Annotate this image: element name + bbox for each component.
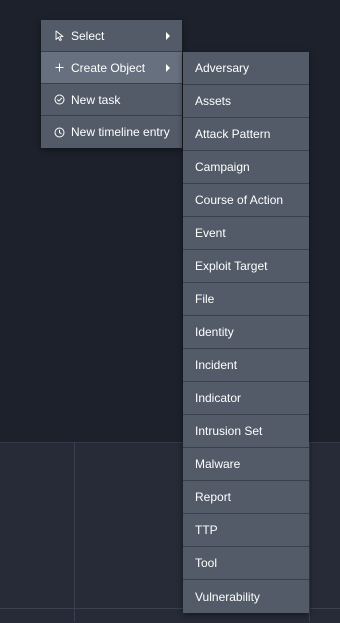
- submenu-item-assets[interactable]: Assets: [183, 85, 309, 118]
- menu-item-new-timeline-entry[interactable]: New timeline entry: [41, 116, 182, 148]
- submenu-item-campaign[interactable]: Campaign: [183, 151, 309, 184]
- menu-item-label: Select: [71, 28, 105, 43]
- check-circle-icon: [54, 94, 65, 105]
- submenu-item-malware[interactable]: Malware: [183, 448, 309, 481]
- submenu-item-exploit-target[interactable]: Exploit Target: [183, 250, 309, 283]
- chevron-right-icon: [166, 32, 170, 40]
- submenu-item-report[interactable]: Report: [183, 481, 309, 514]
- clock-icon: [54, 127, 65, 138]
- submenu-item-indicator[interactable]: Indicator: [183, 382, 309, 415]
- submenu-item-attack-pattern[interactable]: Attack Pattern: [183, 118, 309, 151]
- menu-item-label: New task: [71, 92, 121, 107]
- submenu-item-event[interactable]: Event: [183, 217, 309, 250]
- menu-item-label: Create Object: [71, 60, 146, 75]
- submenu-item-intrusion-set[interactable]: Intrusion Set: [183, 415, 309, 448]
- cursor-icon: [54, 30, 65, 41]
- menu-item-create-object[interactable]: Create Object: [41, 52, 182, 84]
- grid-line: [309, 442, 310, 622]
- submenu-item-ttp[interactable]: TTP: [183, 514, 309, 547]
- grid-line: [74, 442, 75, 622]
- chevron-right-icon: [166, 64, 170, 72]
- context-menu: Select Create Object New task New timeli…: [41, 20, 182, 148]
- menu-item-new-task[interactable]: New task: [41, 84, 182, 116]
- menu-item-select[interactable]: Select: [41, 20, 182, 52]
- submenu-item-incident[interactable]: Incident: [183, 349, 309, 382]
- submenu-item-course-of-action[interactable]: Course of Action: [183, 184, 309, 217]
- submenu-item-identity[interactable]: Identity: [183, 316, 309, 349]
- submenu-item-adversary[interactable]: Adversary: [183, 52, 309, 85]
- plus-icon: [54, 62, 65, 73]
- menu-item-label: New timeline entry: [71, 125, 170, 139]
- submenu-item-vulnerability[interactable]: Vulnerability: [183, 580, 309, 613]
- submenu-item-tool[interactable]: Tool: [183, 547, 309, 580]
- create-object-submenu: Adversary Assets Attack Pattern Campaign…: [183, 52, 309, 613]
- submenu-item-file[interactable]: File: [183, 283, 309, 316]
